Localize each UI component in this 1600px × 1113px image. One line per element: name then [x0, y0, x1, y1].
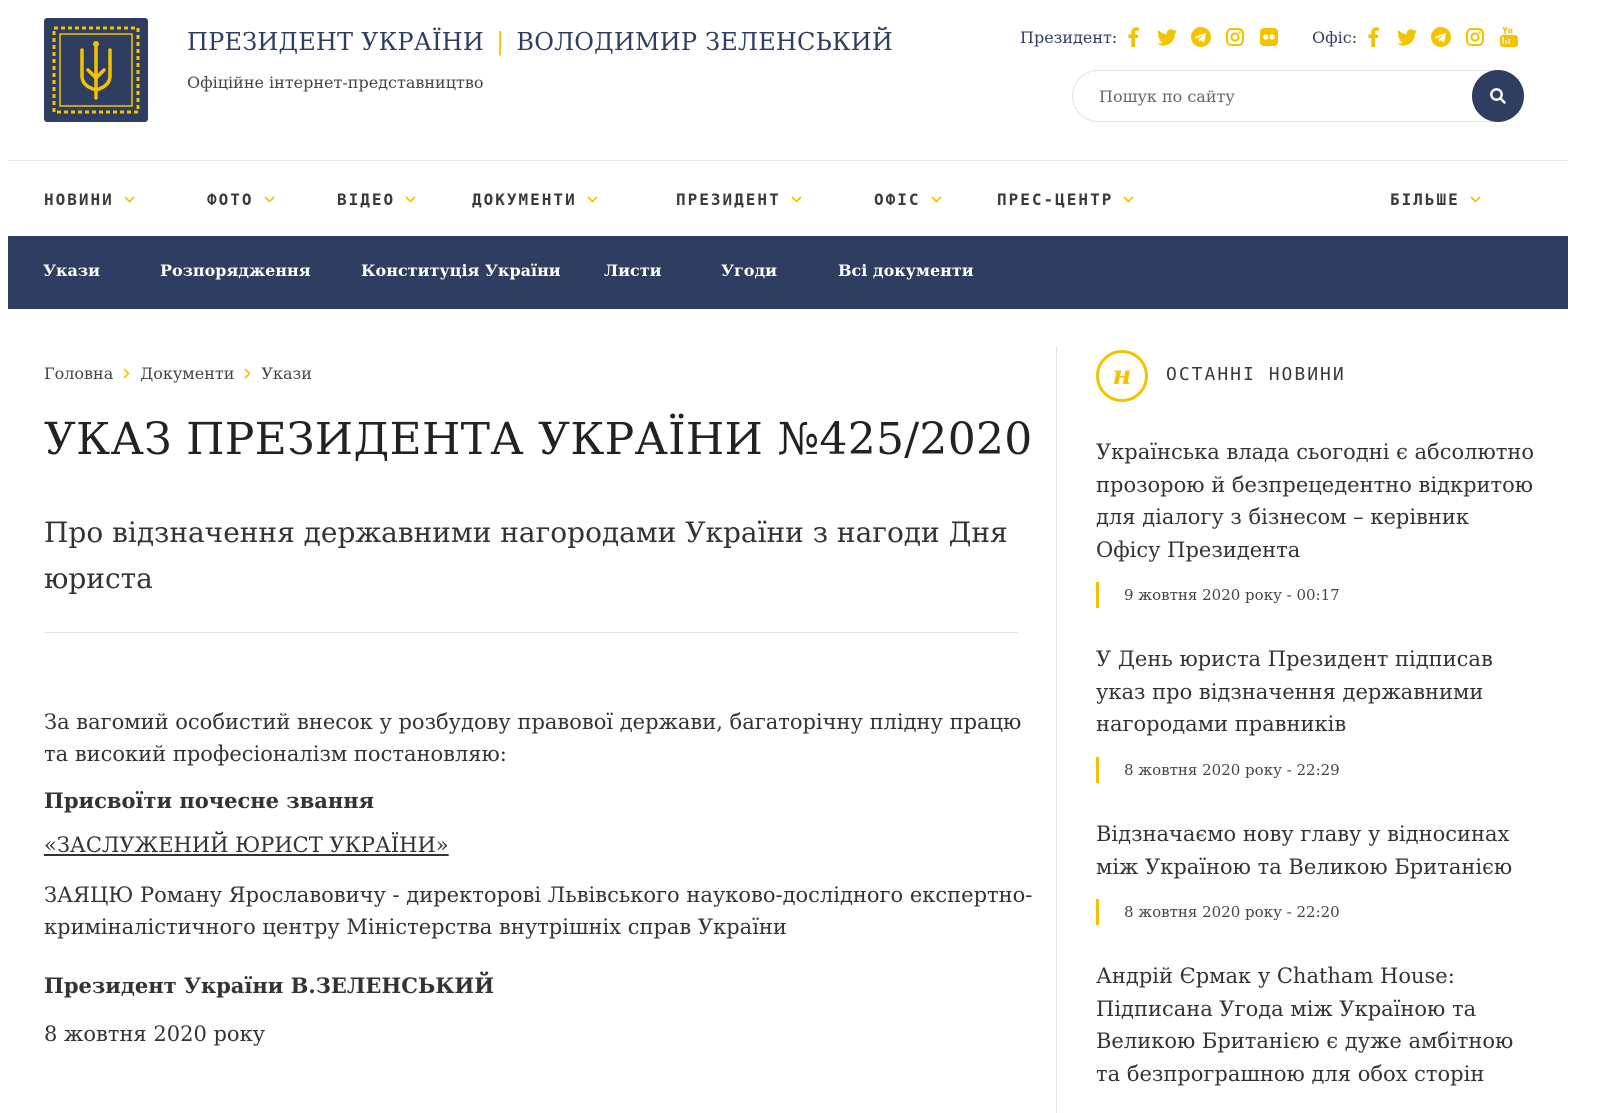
trident-emblem-icon [52, 26, 140, 114]
page-title: УКАЗ ПРЕЗИДЕНТА УКРАЇНИ №425/2020 [44, 414, 1033, 465]
site-search [1072, 70, 1524, 122]
nav-label: ОФІС [874, 189, 921, 209]
nav-label: ПРЕС-ЦЕНТР [997, 189, 1114, 209]
chevron-down-icon [405, 195, 416, 203]
main-nav: НОВИНИ ФОТО ВІДЕО ДОКУМЕНТИ ПРЕЗИДЕНТ ОФ… [44, 182, 1514, 216]
nav-item-documents[interactable]: ДОКУМЕНТИ [472, 182, 598, 216]
president-social-label: Президент: [1020, 27, 1118, 47]
chevron-right-icon [244, 367, 252, 379]
document-date: 8 жовтня 2020 року [44, 1022, 266, 1046]
site-title[interactable]: ПРЕЗИДЕНТ УКРАЇНИ | ВОЛОДИМИР ЗЕЛЕНСЬКИЙ [187, 28, 893, 56]
chevron-right-icon [123, 367, 130, 379]
news-item: У День юриста Президент підписав указ пр… [1096, 643, 1536, 783]
breadcrumb-documents[interactable]: Документи [140, 364, 234, 383]
nav-label: НОВИНИ [44, 189, 114, 209]
search-button[interactable] [1472, 70, 1524, 122]
nav-label: ПРЕЗИДЕНТ [676, 189, 781, 209]
site-subtitle: Офіційне інтернет-представництво [187, 73, 484, 92]
award-recipient: ЗАЯЦЮ Роману Ярославовичу - директорові … [44, 883, 1033, 939]
subnav-item-all-documents[interactable]: Всі документи [838, 261, 974, 280]
document-body: За вагомий особистий внесок у розбудову … [44, 706, 1034, 1050]
nav-label: БІЛЬШЕ [1390, 189, 1460, 209]
title-president: ПРЕЗИДЕНТ УКРАЇНИ [187, 28, 485, 56]
chevron-down-icon [587, 195, 598, 203]
news-item-title[interactable]: Українська влада сьогодні є абсолютно пр… [1096, 436, 1536, 566]
search-icon [1490, 88, 1506, 104]
news-item-title[interactable]: Андрій Єрмак у Chatham House: Підписана … [1096, 960, 1536, 1090]
award-title-link[interactable]: «ЗАСЛУЖЕНИЙ ЮРИСТ УКРАЇНИ» [44, 833, 449, 857]
subnav-item-constitution[interactable]: Конституція України [361, 261, 561, 280]
subnav-item-decrees[interactable]: Укази [43, 261, 100, 280]
news-item: Андрій Єрмак у Chatham House: Підписана … [1096, 960, 1536, 1090]
nav-item-more[interactable]: БІЛЬШЕ [1390, 182, 1481, 216]
breadcrumb-home[interactable]: Головна [44, 364, 113, 383]
nav-label: ДОКУМЕНТИ [472, 189, 577, 209]
youtube-icon[interactable] [1499, 27, 1519, 47]
subnav-item-letters[interactable]: Листи [604, 261, 662, 280]
documents-subnav: Укази Розпорядження Конституція України … [8, 236, 1568, 309]
news-item-date: 9 жовтня 2020 року - 00:17 [1096, 582, 1536, 608]
flickr-icon[interactable] [1259, 27, 1279, 47]
instagram-icon[interactable] [1465, 27, 1485, 47]
instagram-icon[interactable] [1225, 27, 1245, 47]
chevron-down-icon [930, 195, 942, 203]
breadcrumb: Головна Документи Укази [44, 362, 312, 384]
chevron-down-icon [124, 195, 135, 203]
nav-item-president[interactable]: ПРЕЗИДЕНТ [676, 182, 802, 216]
sidebar-divider [1056, 346, 1057, 1113]
subnav-item-orders[interactable]: Розпорядження [160, 261, 311, 280]
latest-news-heading: ОСТАННІ НОВИНИ [1166, 364, 1346, 385]
subnav-item-agreements[interactable]: Угоди [721, 261, 777, 280]
award-heading: Присвоїти почесне звання [44, 788, 375, 813]
nav-item-office[interactable]: ОФІС [874, 182, 942, 216]
facebook-icon[interactable] [1123, 27, 1143, 47]
twitter-icon[interactable] [1397, 27, 1418, 47]
news-item-date: 8 жовтня 2020 року - 22:20 [1096, 899, 1536, 925]
facebook-icon[interactable] [1363, 27, 1383, 47]
breadcrumb-decrees: Укази [261, 363, 312, 383]
nav-label: ФОТО [207, 189, 254, 209]
nav-label: ВІДЕО [337, 189, 396, 209]
news-item-title[interactable]: У День юриста Президент підписав указ пр… [1096, 643, 1536, 741]
twitter-icon[interactable] [1157, 27, 1178, 47]
chevron-down-icon [1123, 195, 1134, 203]
nav-item-photo[interactable]: ФОТО [207, 182, 275, 216]
office-social-label: Офіс: [1312, 27, 1358, 47]
nav-item-news[interactable]: НОВИНИ [44, 182, 135, 216]
chevron-down-icon [263, 195, 275, 203]
page-subtitle: Про відзначення державними нагородами Ук… [44, 516, 1008, 595]
office-social-links: Офіс: [1312, 24, 1533, 50]
telegram-icon[interactable] [1191, 27, 1212, 47]
title-name: ВОЛОДИМИР ЗЕЛЕНСЬКИЙ [516, 28, 894, 56]
news-item-date: 8 жовтня 2020 року - 22:29 [1096, 756, 1536, 783]
nav-item-video[interactable]: ВІДЕО [337, 182, 416, 216]
content-divider [44, 632, 1018, 633]
header-divider [8, 160, 1568, 161]
news-item: Українська влада сьогодні є абсолютно пр… [1096, 436, 1536, 608]
document-intro: За вагомий особистий внесок у розбудову … [44, 710, 1022, 766]
search-input[interactable] [1097, 81, 1457, 111]
chevron-down-icon [1470, 195, 1481, 203]
president-social-links: Президент: [1020, 24, 1293, 50]
chevron-down-icon [791, 195, 802, 203]
news-item-title[interactable]: Відзначаємо нову главу у відносинах між … [1096, 818, 1536, 883]
news-item: Відзначаємо нову главу у відносинах між … [1096, 818, 1536, 925]
nav-item-press-center[interactable]: ПРЕС-ЦЕНТР [997, 182, 1134, 216]
news-badge-icon: н [1096, 350, 1148, 402]
site-logo[interactable] [44, 18, 148, 122]
document-signature: Президент України В.ЗЕЛЕНСЬКИЙ [44, 973, 495, 998]
title-separator: | [496, 28, 505, 56]
telegram-icon[interactable] [1431, 27, 1452, 47]
